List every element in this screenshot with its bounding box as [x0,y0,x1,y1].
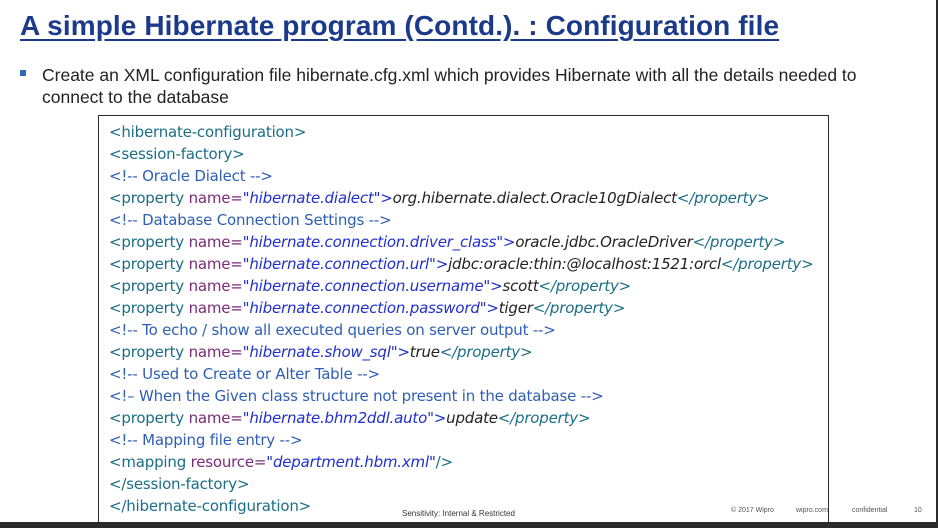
element-text: update [446,409,498,427]
footer-site: wipro.com [796,507,828,514]
quote-close: "> [483,277,503,295]
attribute-value: hibernate.connection.password [249,299,480,317]
quote-close: "> [496,233,516,251]
quote-close: "> [429,255,449,273]
sensitivity-label: Sensitivity: Internal & Restricted [402,509,515,518]
attribute-value: hibernate.connection.username [249,277,484,295]
quote-close: "> [427,409,447,427]
attribute-name: name= [188,277,243,295]
quote-close: "> [390,343,410,361]
code-line-7: <property name="hibernate.connection.url… [109,253,814,275]
code-box: <hibernate-configuration> <session-facto… [98,115,829,528]
quote-close: "> [479,299,499,317]
element-text: tiger [498,299,533,317]
tag-open: <property [109,189,189,207]
attribute-name: resource= [190,453,267,471]
slide-title: A simple Hibernate program (Contd.). : C… [20,10,780,41]
element-text: org.hibernate.dialect.Oracle10gDialect [392,189,677,207]
attribute-value: department.hbm.xml [272,453,429,471]
code-lines: <hibernate-configuration> <session-facto… [109,121,814,517]
tag-open: <property [109,409,189,427]
element-text: true [409,343,440,361]
tag-close: /> [435,453,453,471]
code-line-4: <property name="hibernate.dialect">org.h… [109,187,813,209]
attribute-name: name= [188,343,243,361]
code-line-8: <property name="hibernate.connection.use… [109,275,813,297]
tag-close: </property> [497,409,591,427]
bullet-text: Create an XML configuration file hiberna… [42,65,857,107]
tag-open: <property [109,277,189,295]
attribute-name: name= [188,299,243,317]
code-line-14: <property name="hibernate.bhm2ddl.auto">… [109,407,813,429]
code-line-5: <!-- Database Connection Settings --> [109,211,392,229]
code-line-17: </session-factory> [109,475,250,493]
square-bullet-icon [20,70,26,76]
code-line-9: <property name="hibernate.connection.pas… [109,297,813,319]
element-text: jdbc:oracle:thin:@localhost:1521:orcl [448,255,721,273]
slide: A simple Hibernate program (Contd.). : C… [0,0,938,528]
attribute-name: name= [188,255,243,273]
tag-open: <property [109,255,189,273]
element-text: oracle.jdbc.OracleDriver [515,233,693,251]
attribute-value: hibernate.dialect [249,189,374,207]
code-line-10: <!-- To echo / show all executed queries… [109,321,556,339]
tag-open: <property [109,233,189,251]
page-number: 10 [914,507,922,514]
code-line-16: <mapping resource="department.hbm.xml"/> [109,451,813,473]
attribute-name: name= [188,189,243,207]
tag-close: </property> [720,255,814,273]
attribute-value: hibernate.connection.driver_class [249,233,497,251]
code-line-12: <!-- Used to Create or Alter Table --> [109,365,380,383]
attribute-name: name= [188,409,243,427]
footer-confidential: confidential [852,507,888,514]
tag-close: </property> [532,299,626,317]
quote-close: " [428,453,436,471]
footer-copyright: © 2017 Wipro [731,507,774,514]
attribute-value: hibernate.connection.url [249,255,429,273]
code-line-11: <property name="hibernate.show_sql">true… [109,341,813,363]
quote-close: "> [373,189,393,207]
code-line-2: <session-factory> [109,145,245,163]
attribute-value: hibernate.bhm2ddl.auto [249,409,428,427]
attribute-value: hibernate.show_sql [249,343,391,361]
tag-close: </property> [692,233,786,251]
code-line-3: <!-- Oracle Dialect --> [109,167,273,185]
tag-close: </property> [676,189,770,207]
tag-open: <property [109,343,189,361]
attribute-name: name= [188,233,243,251]
tag-open: <property [109,299,189,317]
tag-close: </property> [439,343,533,361]
code-line-6: <property name="hibernate.connection.dri… [109,231,813,253]
code-line-15: <!-- Mapping file entry --> [109,431,303,449]
code-line-13: <!– When the Given class structure not p… [109,387,604,405]
code-line-1: <hibernate-configuration> [109,123,307,141]
element-text: scott [502,277,539,295]
bottom-border [0,522,938,528]
tag-close: </property> [538,277,632,295]
quote-open: " [266,453,273,471]
tag-open: <mapping [109,453,191,471]
